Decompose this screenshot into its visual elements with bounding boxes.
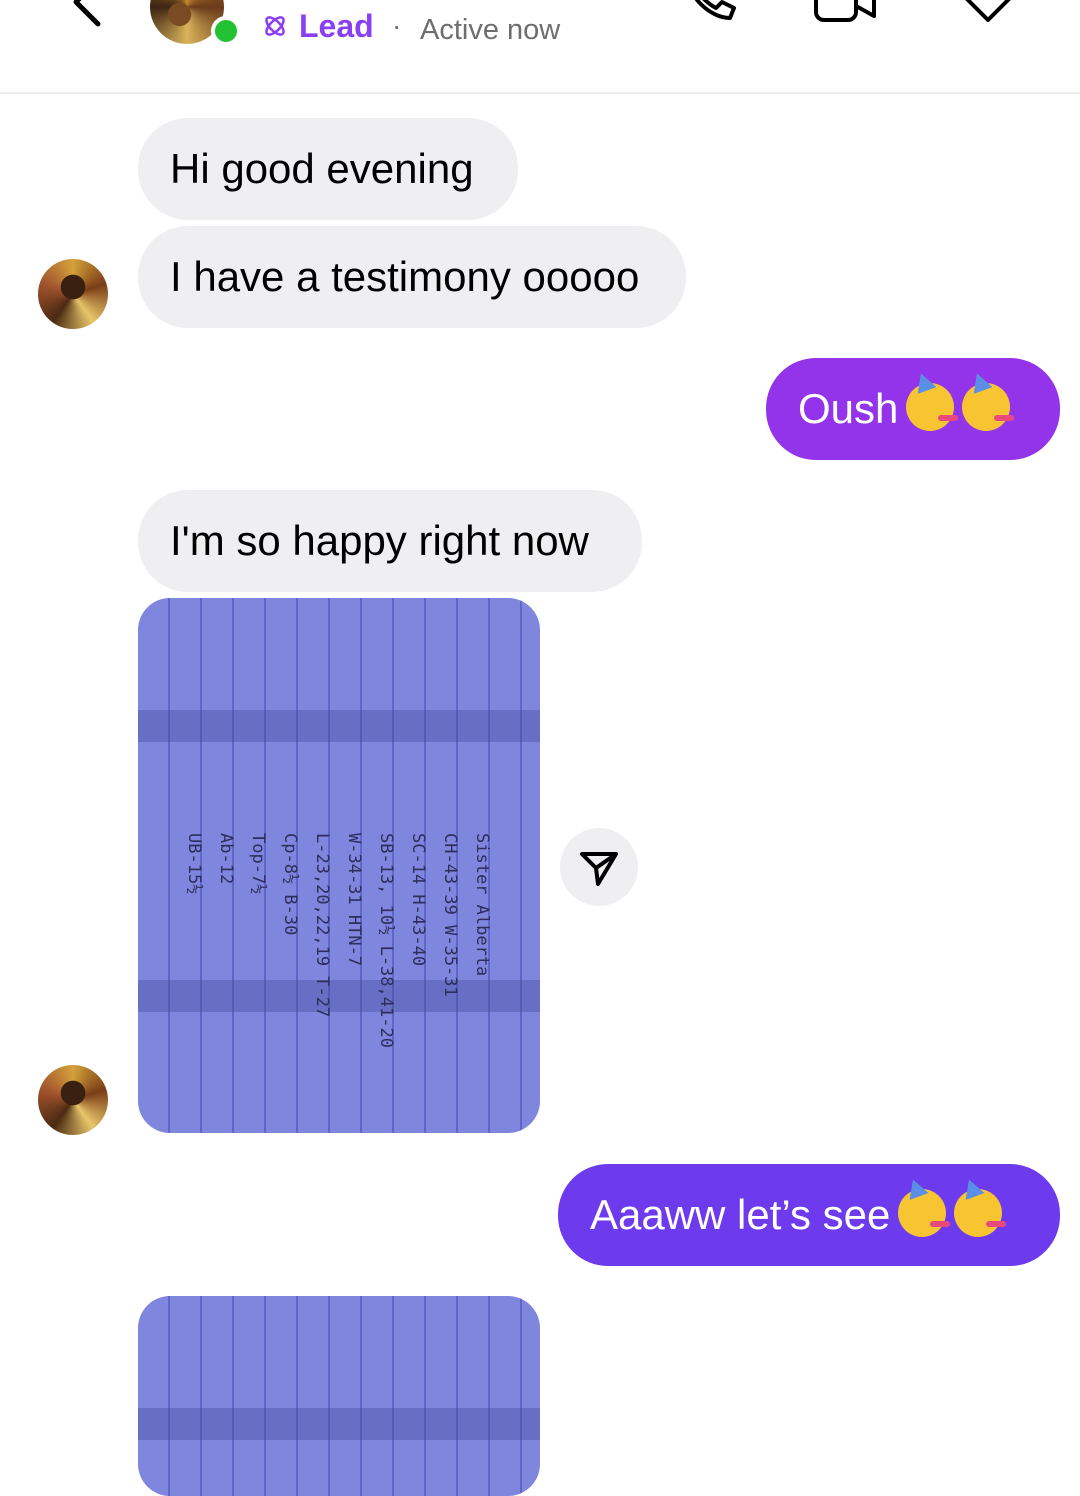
note-line: L-23,20,22,19 T-27 xyxy=(312,833,332,1018)
note-line: CH-43-39 W-35-31 xyxy=(440,833,460,997)
photo-message[interactable] xyxy=(138,1296,540,1496)
note-line: Sister Alberta xyxy=(472,833,492,977)
notebook-fold xyxy=(138,1408,540,1440)
tag-icon[interactable] xyxy=(956,0,1026,28)
video-icon[interactable] xyxy=(812,0,882,28)
send-icon xyxy=(580,852,618,886)
notebook-fold xyxy=(138,710,540,742)
note-line: SC-14 H-43-40 xyxy=(408,833,428,967)
message-incoming[interactable]: I have a testimony ooooo xyxy=(138,226,686,328)
sender-avatar[interactable] xyxy=(38,1065,108,1135)
handwritten-notes: Sister Alberta CH-43-39 W-35-31 SC-14 H-… xyxy=(178,833,498,1133)
chat-header: Lead · Active now xyxy=(0,0,1080,94)
lead-label-icon xyxy=(265,16,285,36)
message-text: I have a testimony ooooo xyxy=(170,253,640,300)
message-outgoing[interactable]: Aaaww let’s see xyxy=(558,1164,1060,1266)
partying-face-icon xyxy=(954,1189,1007,1237)
message-incoming[interactable]: Hi good evening xyxy=(138,118,518,220)
partying-face-icon xyxy=(906,383,959,431)
share-button[interactable] xyxy=(560,828,638,906)
partying-face-icon xyxy=(898,1189,951,1237)
note-line: UB-15½ xyxy=(184,833,204,895)
contact-label[interactable]: Lead xyxy=(299,6,374,46)
message-text: I'm so happy right now xyxy=(170,517,589,564)
phone-icon[interactable] xyxy=(682,0,752,28)
active-status: Active now xyxy=(420,14,561,46)
separator-dot: · xyxy=(392,10,402,41)
back-chevron-icon[interactable] xyxy=(58,0,118,40)
note-line: Cp-8½ B-30 xyxy=(280,833,300,936)
photo-message[interactable]: Sister Alberta CH-43-39 W-35-31 SC-14 H-… xyxy=(138,598,540,1133)
message-text: Hi good evening xyxy=(170,145,474,192)
note-line: Ab-12 xyxy=(216,833,236,885)
note-line: W-34-31 HTN-7 xyxy=(344,833,364,967)
sender-avatar[interactable] xyxy=(38,259,108,329)
message-text: Oush xyxy=(798,385,899,432)
message-incoming[interactable]: I'm so happy right now xyxy=(138,490,642,592)
message-text: Aaaww let’s see xyxy=(590,1191,891,1238)
message-outgoing[interactable]: Oush xyxy=(766,358,1060,460)
online-indicator xyxy=(211,16,241,46)
note-line: SB-13, 10½ L-38,41-20 xyxy=(376,833,396,1048)
partying-face-icon xyxy=(962,383,1015,431)
note-line: Top-7½ xyxy=(248,833,268,895)
